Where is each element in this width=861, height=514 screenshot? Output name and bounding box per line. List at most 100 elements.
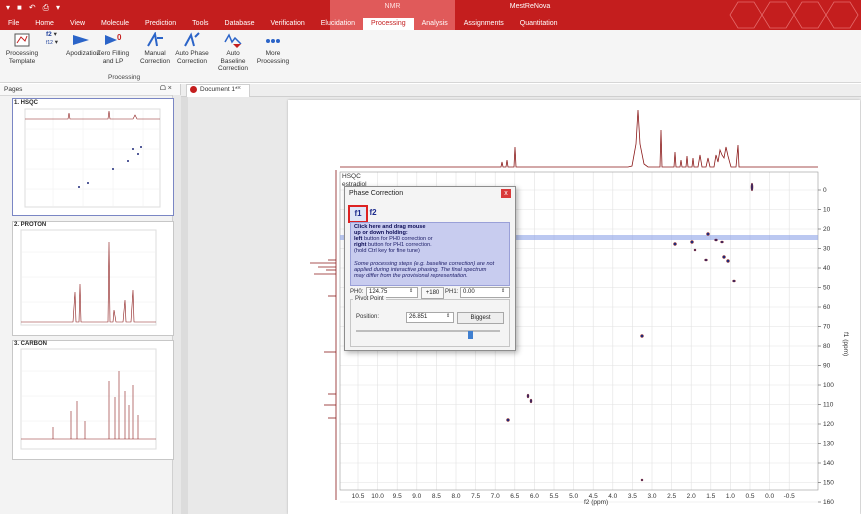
auto-baseline-label: Auto Baseline Correction — [218, 50, 248, 72]
quick-access-toolbar: ▾ ■ ↶ ⎙ ▾ — [6, 2, 60, 14]
menu-processing[interactable]: Processing — [362, 18, 414, 30]
x-tick-label: 5.5 — [549, 493, 558, 500]
f2-dropdown[interactable]: f2 ▾ f12 ▾ — [46, 31, 64, 47]
y-tick-label: 0 — [823, 187, 827, 194]
document-icon — [190, 86, 197, 93]
biggest-button[interactable]: Biggest — [457, 312, 504, 324]
x-tick-label: 1.0 — [726, 493, 735, 500]
page-thumb-hsqc[interactable] — [12, 98, 174, 216]
info-ctrl: (hold Ctrl key for fine tune) — [354, 248, 420, 254]
pages-panel-header — [0, 84, 180, 96]
print-icon[interactable]: ⎙ — [43, 3, 49, 13]
close-tab-icon[interactable]: × — [237, 85, 241, 92]
document-scrollbar[interactable] — [181, 97, 188, 514]
pivot-slider-track[interactable] — [356, 330, 500, 332]
x-tick-label: 2.5 — [667, 493, 676, 500]
page-thumb-label-1: 1. HSQC — [14, 100, 39, 106]
apodization-label: Apodization — [66, 50, 100, 57]
x-axis-ticks: 10.5 10.0 9.5 9.0 8.5 8.0 7.5 7.0 6.5 6.0 5.5 5.0 4.… — [352, 493, 796, 500]
cross-peaks — [506, 182, 754, 482]
x-tick-label: 10.0 — [371, 493, 384, 500]
menu-prediction[interactable]: Prediction — [137, 18, 184, 30]
x-tick-label: 8.0 — [451, 493, 460, 500]
ph1-label: PH1: — [445, 289, 459, 295]
y-tick-label: 20 — [823, 226, 831, 233]
x-tick-label: 0.5 — [745, 493, 754, 500]
f12-label: f12 — [46, 39, 53, 46]
y-tick-label: 50 — [823, 285, 831, 292]
pages-title: Pages — [4, 86, 23, 93]
x-tick-label: 3.0 — [647, 493, 656, 500]
menu-assignments[interactable]: Assignments — [456, 18, 512, 30]
x-tick-label: 9.5 — [393, 493, 402, 500]
processing-template-button[interactable]: Processing Template — [2, 32, 42, 65]
y-tick-label: 80 — [823, 343, 831, 350]
apodization-button[interactable]: Apodization — [66, 32, 100, 58]
tab-f1[interactable]: f1 — [348, 205, 368, 223]
undo-icon[interactable]: ↶ — [29, 3, 36, 13]
ph0-spin-icon[interactable]: ⇕ — [409, 288, 413, 294]
spectrum-label-hsqc: HSQC — [342, 173, 361, 180]
menu-view[interactable]: View — [62, 18, 93, 30]
menu-molecule[interactable]: Molecule — [93, 18, 137, 30]
tab-f2[interactable]: f2 — [367, 207, 379, 219]
more-icon — [266, 39, 280, 43]
y-tick-label: 150 — [823, 480, 834, 487]
close-dialog-button[interactable]: x — [501, 189, 511, 198]
customize-icon[interactable]: ▾ — [56, 3, 60, 13]
menu-database[interactable]: Database — [217, 18, 263, 30]
menu-verification[interactable]: Verification — [262, 18, 312, 30]
note-line-3: may differ from the provisional represen… — [354, 273, 506, 279]
zero-filling-icon: 0 — [105, 33, 122, 45]
y-tick-label: 30 — [823, 246, 831, 253]
auto-baseline-button[interactable]: Auto Baseline Correction — [213, 32, 253, 73]
menu-bar: File Home View Molecule Prediction Tools Datab… — [0, 18, 566, 30]
menu-quantitation[interactable]: Quantitation — [512, 18, 566, 30]
y-tick-label: 10 — [823, 207, 831, 214]
menu-file[interactable]: File — [0, 18, 27, 30]
ph1-spin-icon[interactable]: ⇕ — [501, 288, 505, 294]
template-icon — [14, 33, 30, 47]
position-label: Position: — [356, 314, 380, 320]
page-thumb-label-3: 3. CARBON — [14, 341, 48, 347]
position-spin-icon[interactable]: ⇕ — [446, 313, 450, 319]
x-tick-label: 2.0 — [687, 493, 696, 500]
auto-phase-button[interactable]: Auto Phase Correction — [173, 32, 211, 65]
x-tick-label: 8.5 — [432, 493, 441, 500]
page-thumb-label-2: 2. PROTON — [14, 222, 47, 228]
more-processing-button[interactable]: More Processing — [256, 32, 290, 65]
x-tick-label: 6.0 — [530, 493, 539, 500]
svg-text:0: 0 — [117, 33, 122, 42]
page-thumb-carbon[interactable] — [12, 340, 174, 460]
proton-trace — [340, 109, 818, 168]
pivot-slider-thumb[interactable] — [468, 331, 473, 339]
page-thumb-proton[interactable] — [12, 221, 174, 336]
pivot-point-title: Pivot Point — [353, 296, 386, 302]
ribbon-group-label: Processing — [108, 74, 141, 81]
y-tick-label: 60 — [823, 304, 831, 311]
menu-home[interactable]: Home — [27, 18, 62, 30]
y-tick-label: 100 — [823, 382, 834, 389]
auto-phase-icon — [184, 32, 200, 47]
pin-icon[interactable]: ᗝ × — [160, 85, 172, 93]
zero-filling-button[interactable]: 0 Zero Filling and LP — [96, 32, 130, 65]
nmr-context-label: NMR — [384, 3, 401, 10]
app-menu-icon[interactable]: ▾ — [6, 3, 10, 13]
apodization-icon — [73, 35, 89, 45]
plus-180-button[interactable]: +180 — [421, 287, 444, 299]
menu-analysis[interactable]: Analysis — [414, 18, 456, 30]
hsqc-thumbnail-plot — [24, 108, 161, 208]
x-tick-label: 6.5 — [510, 493, 519, 500]
y-tick-label: 70 — [823, 324, 831, 331]
manual-correction-icon — [147, 32, 163, 47]
y-tick-label: 140 — [823, 460, 834, 467]
manual-correction-button[interactable]: Manual Correction — [138, 32, 172, 65]
app-title: MestReNova — [509, 3, 551, 10]
auto-phase-label: Auto Phase Correction — [175, 50, 209, 65]
menu-elucidation[interactable]: Elucidation — [313, 18, 363, 30]
menu-tools[interactable]: Tools — [184, 18, 216, 30]
note-line-3-text: may differ from the provisional represen… — [354, 273, 468, 279]
save-icon[interactable]: ■ — [17, 3, 22, 13]
y-tick-label: 110 — [823, 402, 834, 409]
x-tick-label: -0.5 — [784, 493, 796, 500]
